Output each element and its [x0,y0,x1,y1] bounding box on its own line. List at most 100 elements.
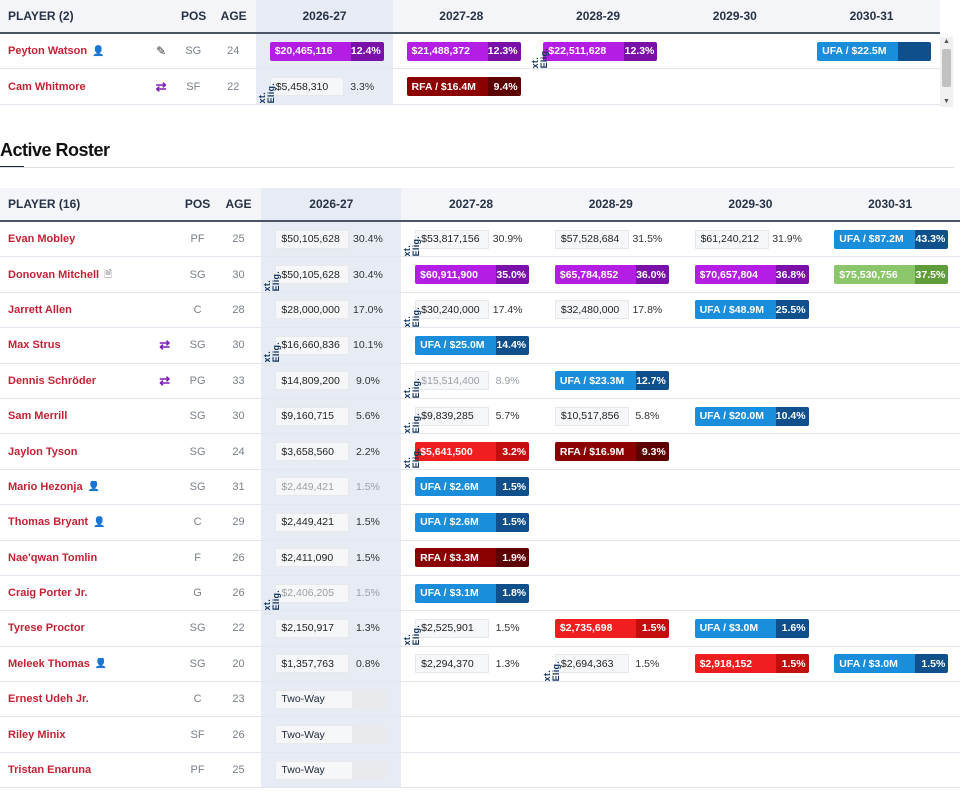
salary-pill[interactable]: UFA / $87.2M 43.3% [834,229,949,249]
header-season[interactable]: 2029-30 [666,0,803,32]
salary-pill[interactable]: UFA / $22.5M [817,41,932,61]
salary-pill[interactable]: $10,517,856 5.8% [554,406,669,426]
player-name-link[interactable]: Thomas Bryant [8,516,88,528]
edit-icon[interactable]: ✎ [156,44,166,58]
player-name-link[interactable]: Riley Minix [8,729,65,741]
salary-pill[interactable]: $57,528,684 31.5% [554,229,669,249]
salary-pill[interactable]: $50,105,628 30.4% [275,229,389,249]
salary-pill[interactable]: RFA / $16.4M 9.4% [406,77,521,97]
salary-pill[interactable]: $16,660,836 10.1% [275,335,389,355]
salary-pill[interactable]: $32,480,000 17.8% [554,300,669,320]
two-way-contract[interactable]: Two-Way [275,725,388,745]
salary-pill[interactable]: $50,105,628 30.4% [275,265,389,285]
player-name-link[interactable]: Tristan Enaruna [8,764,91,776]
player-name-link[interactable]: Ernest Udeh Jr. [8,693,89,705]
player-name-link[interactable]: Evan Mobley [8,233,75,245]
trade-icon[interactable]: ⇄ [156,79,167,95]
header-season[interactable]: 2028-29 [541,188,681,220]
salary-pill[interactable]: $5,641,500 3.2% [415,442,530,462]
salary-pill[interactable]: UFA / $2.6M 1.5% [415,512,530,532]
salary-pill[interactable]: $61,240,212 31.9% [694,229,809,249]
salary-pill[interactable]: $2,294,370 1.3% [415,654,529,674]
player-name-link[interactable]: Dennis Schröder [8,375,96,387]
player-name-link[interactable]: Peyton Watson [8,45,87,57]
header-pos[interactable]: POS [176,9,211,23]
header-pos[interactable]: POS [180,197,216,211]
salary-pill[interactable]: $75,530,756 37.5% [834,265,949,285]
salary-pill[interactable]: $2,150,917 1.3% [275,618,389,638]
player-name-link[interactable]: Jaylon Tyson [8,446,77,458]
salary-pill[interactable]: $2,694,363 1.5% [554,654,669,674]
position: SF [190,728,205,741]
header-season[interactable]: 2030-31 [820,188,960,220]
player-name-link[interactable]: Nae'qwan Tomlin [8,552,97,564]
salary-pill[interactable]: UFA / $48.9M 25.5% [694,300,809,320]
player-name-link[interactable]: Craig Porter Jr. [8,587,87,599]
salary-pill[interactable]: $20,465,116 12.4% [269,41,384,61]
trade-icon[interactable]: ⇄ [159,373,170,389]
salary-pill[interactable]: RFA / $16.9M 9.3% [554,442,669,462]
salary-pill[interactable]: $2,449,421 1.5% [275,512,389,532]
salary-pill[interactable]: UFA / $20.0M 10.4% [694,406,809,426]
salary-pill[interactable]: UFA / $25.0M 14.4% [415,335,530,355]
header-season[interactable]: 2027-28 [393,0,530,32]
salary-pill[interactable]: UFA / $23.3M 12.7% [554,371,669,391]
salary-pill[interactable]: $5,458,310 3.3% [269,77,384,97]
scroll-up-arrow-icon[interactable]: ▲ [940,37,953,47]
header-season[interactable]: 2028-29 [530,0,667,32]
salary-pill[interactable]: $14,809,200 9.0% [275,371,389,391]
season-cell: Two-Way [261,717,402,752]
header-season[interactable]: 2027-28 [401,188,541,220]
header-player[interactable]: PLAYER (2) [0,9,147,23]
player-name-link[interactable]: Sam Merrill [8,410,67,422]
salary-pill[interactable]: UFA / $3.0M 1.6% [694,618,809,638]
table-scrollbar[interactable]: ▲ ▼ [940,37,953,107]
player-name-link[interactable]: Cam Whitmore [8,81,86,93]
salary-pill[interactable]: $2,735,698 1.5% [554,618,669,638]
trade-icon[interactable]: ⇄ [159,337,170,353]
player-name-link[interactable]: Jarrett Allen [8,304,72,316]
table-row: Craig Porter Jr. G 26 xt. Elig. $2,406,205 1.… [0,575,960,612]
header-age[interactable]: AGE [216,197,262,211]
salary-pill[interactable]: $3,658,560 2.2% [275,442,389,462]
salary-pill[interactable]: UFA / $3.0M 1.5% [834,654,949,674]
header-season[interactable]: 2026-27 [261,188,402,220]
age: 22 [232,622,245,635]
header-season[interactable]: 2026-27 [256,0,393,32]
salary-pill[interactable]: $21,488,372 12.3% [406,41,521,61]
player-name-link[interactable]: Tyrese Proctor [8,622,85,634]
salary-pill[interactable]: $9,839,285 5.7% [415,406,529,426]
player-name-link[interactable]: Mario Hezonja [8,481,83,493]
salary-pill[interactable]: $15,514,400 8.9% [415,371,529,391]
salary-pill[interactable]: RFA / $3.3M 1.9% [415,548,530,568]
player-name-link[interactable]: Donovan Mitchell [8,269,99,281]
scroll-down-arrow-icon[interactable]: ▼ [940,97,953,107]
salary-pill[interactable]: $70,657,804 36.8% [694,265,809,285]
salary-pill[interactable]: UFA / $2.6M 1.5% [415,477,530,497]
salary-pill[interactable]: UFA / $3.1M 1.8% [415,583,530,603]
salary-pill[interactable]: $2,411,090 1.5% [275,548,389,568]
salary-pill[interactable]: $2,449,421 1.5% [275,477,389,497]
salary-pill[interactable]: $2,406,205 1.5% [275,583,389,603]
header-age[interactable]: AGE [211,9,256,23]
player-name-link[interactable]: Max Strus [8,339,61,351]
salary-pill[interactable]: $1,357,763 0.8% [275,654,389,674]
header-season[interactable]: 2029-30 [681,188,821,220]
header-player[interactable]: PLAYER (16) [0,197,150,211]
salary-pill[interactable]: $60,911,900 35.0% [415,265,530,285]
two-way-contract[interactable]: Two-Way [275,689,388,709]
salary-pill[interactable]: $9,160,715 5.6% [275,406,389,426]
salary-pill[interactable]: $65,784,852 36.0% [554,265,669,285]
header-season[interactable]: 2030-31 [803,0,940,32]
two-way-contract[interactable]: Two-Way [275,760,388,780]
cap-percent: 1.5% [495,622,520,635]
salary-pill[interactable]: $53,817,156 30.9% [415,229,529,249]
table-row: Dennis Schröder ⇄ PG 33 $14,809,200 9.0% xt. E… [0,363,960,399]
player-name-link[interactable]: Meleek Thomas [8,658,90,670]
salary-pill[interactable]: $2,918,152 1.5% [694,654,809,674]
salary-pill[interactable]: $30,240,000 17.4% [415,300,529,320]
salary-pill[interactable]: $28,000,000 17.0% [275,300,389,320]
salary-pill[interactable]: $22,511,628 12.3% [543,41,658,61]
scrollbar-thumb[interactable] [942,49,951,87]
salary-pill[interactable]: $2,525,901 1.5% [415,618,529,638]
